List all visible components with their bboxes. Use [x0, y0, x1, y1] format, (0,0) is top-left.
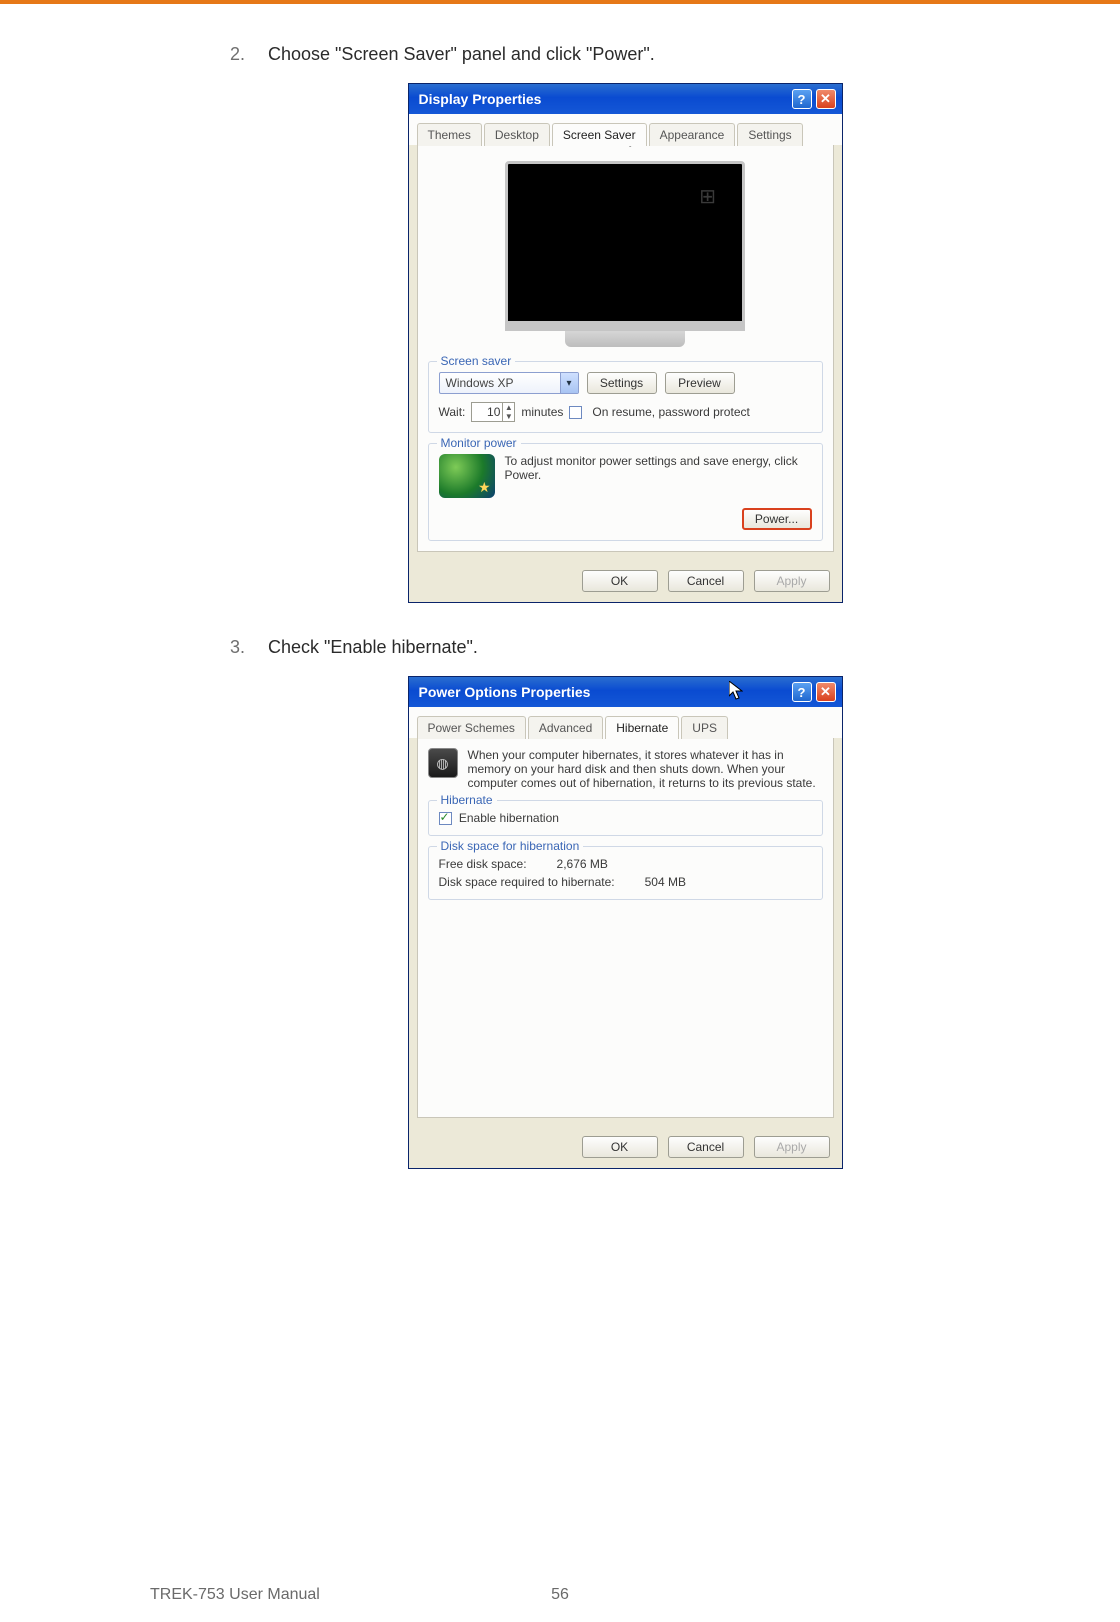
apply-button[interactable]: Apply — [754, 1136, 830, 1158]
tab-settings[interactable]: Settings — [737, 123, 802, 146]
enable-hibernation-checkbox[interactable] — [439, 812, 452, 825]
screensaver-select[interactable]: Windows XP ▾ — [439, 372, 579, 394]
free-disk-value: 2,676 MB — [557, 857, 608, 871]
tab-appearance[interactable]: Appearance — [649, 123, 736, 146]
resume-checkbox[interactable] — [569, 406, 582, 419]
energy-star-icon — [439, 454, 495, 498]
wait-spinner[interactable]: 10 ▲▼ — [471, 402, 515, 422]
screensaver-panel: ⊞ Screen saver Windows XP ▾ Settings Pre… — [417, 145, 834, 552]
resume-label: On resume, password protect — [592, 405, 749, 419]
step-text: Choose "Screen Saver" panel and click "P… — [268, 44, 655, 65]
wait-unit: minutes — [521, 405, 563, 419]
tab-advanced[interactable]: Advanced — [528, 716, 603, 739]
free-disk-label: Free disk space: — [439, 857, 527, 871]
crt-base — [565, 331, 685, 347]
settings-button[interactable]: Settings — [587, 372, 657, 394]
crt-screen: ⊞ — [505, 161, 745, 331]
tab-ups[interactable]: UPS — [681, 716, 728, 739]
display-properties-dialog: Display Properties ? ✕ Themes Desktop Sc… — [408, 83, 843, 603]
power-options-dialog: Power Options Properties ? ✕ Power Schem… — [408, 676, 843, 1169]
hibernate-icon: ◍ — [428, 748, 458, 778]
group-legend: Monitor power — [437, 436, 521, 450]
ok-button[interactable]: OK — [582, 1136, 658, 1158]
tab-hibernate[interactable]: Hibernate — [605, 716, 679, 739]
window-title: Display Properties — [419, 91, 788, 107]
disk-space-group: Disk space for hibernation Free disk spa… — [428, 846, 823, 900]
tab-screen-saver[interactable]: Screen Saver — [552, 123, 647, 146]
tabstrip: Power Schemes Advanced Hibernate UPS — [409, 707, 842, 738]
group-legend: Hibernate — [437, 793, 497, 807]
step-3: 3. Check "Enable hibernate". — [230, 637, 1020, 658]
apply-button[interactable]: Apply — [754, 570, 830, 592]
footer-title: TREK-753 User Manual — [150, 1586, 320, 1604]
help-icon[interactable]: ? — [792, 682, 812, 702]
tab-themes[interactable]: Themes — [417, 123, 482, 146]
power-button[interactable]: Power... — [742, 508, 812, 530]
screensaver-selected: Windows XP — [446, 376, 514, 390]
chevron-down-icon[interactable]: ▾ — [560, 373, 578, 393]
close-icon[interactable]: ✕ — [816, 682, 836, 702]
hibernate-group: Hibernate Enable hibernation — [428, 800, 823, 836]
tab-desktop[interactable]: Desktop — [484, 123, 550, 146]
monitor-power-text: To adjust monitor power settings and sav… — [505, 454, 812, 498]
hibernate-panel: ◍ When your computer hibernates, it stor… — [417, 738, 834, 1118]
step-number: 2. — [230, 44, 268, 65]
wait-value: 10 — [487, 405, 500, 419]
monitor-power-group: Monitor power To adjust monitor power se… — [428, 443, 823, 541]
monitor-preview: ⊞ — [428, 155, 823, 351]
cancel-button[interactable]: Cancel — [668, 570, 744, 592]
window-title: Power Options Properties — [419, 684, 788, 700]
group-legend: Disk space for hibernation — [437, 839, 584, 853]
enable-hibernation-label: Enable hibernation — [459, 811, 559, 825]
group-legend: Screen saver — [437, 354, 516, 368]
screensaver-group: Screen saver Windows XP ▾ Settings Previ… — [428, 361, 823, 433]
cancel-button[interactable]: Cancel — [668, 1136, 744, 1158]
step-2: 2. Choose "Screen Saver" panel and click… — [230, 44, 1020, 65]
step-text: Check "Enable hibernate". — [268, 637, 478, 658]
dialog-buttons: OK Cancel Apply — [409, 560, 842, 602]
titlebar[interactable]: Power Options Properties ? ✕ — [409, 677, 842, 707]
tabstrip: Themes Desktop Screen Saver Appearance S… — [409, 114, 842, 145]
req-disk-label: Disk space required to hibernate: — [439, 875, 615, 889]
ok-button[interactable]: OK — [582, 570, 658, 592]
hibernate-intro: When your computer hibernates, it stores… — [468, 748, 823, 790]
wait-label: Wait: — [439, 405, 466, 419]
page-footer: TREK-753 User Manual 56 — [0, 1586, 1120, 1604]
dialog-buttons: OK Cancel Apply — [409, 1126, 842, 1168]
titlebar[interactable]: Display Properties ? ✕ — [409, 84, 842, 114]
preview-button[interactable]: Preview — [665, 372, 735, 394]
spinner-arrows-icon[interactable]: ▲▼ — [502, 403, 514, 421]
req-disk-value: 504 MB — [645, 875, 686, 889]
windows-logo-icon: ⊞ — [699, 184, 716, 209]
footer-page: 56 — [551, 1586, 569, 1604]
step-number: 3. — [230, 637, 268, 658]
tab-power-schemes[interactable]: Power Schemes — [417, 716, 526, 739]
help-icon[interactable]: ? — [792, 89, 812, 109]
close-icon[interactable]: ✕ — [816, 89, 836, 109]
